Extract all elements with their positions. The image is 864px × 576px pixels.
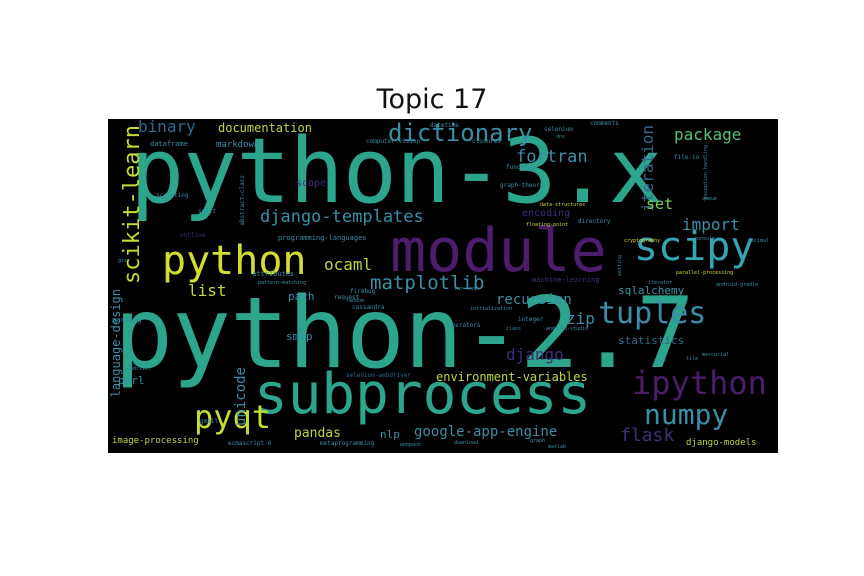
word-data-structures: data-structures [540, 202, 586, 208]
word-integer: integer [518, 316, 544, 323]
word-zip: zip [566, 309, 595, 328]
word-ipython: ipython [632, 364, 767, 402]
word-list: list [188, 281, 227, 300]
word-ecmascript-6: ecmascript-6 [228, 440, 272, 447]
word-operators: operators [448, 322, 481, 329]
word-file-io: file-io [674, 154, 700, 161]
word-selenium: selenium [544, 126, 573, 133]
word-decimal: decimal [748, 238, 770, 244]
word-tile: tile [686, 356, 699, 362]
word-iterator: iterator [648, 280, 673, 286]
word-gmail: gmail [200, 418, 219, 425]
word-cloud: python-3.x python-2.7 module subprocess … [108, 119, 778, 453]
word-computer-vision: computer-vision [366, 138, 421, 145]
word-gis: gis [118, 258, 128, 264]
word-metaprogramming: metaprogramming [320, 440, 375, 447]
word-machine-learning: machine-learning [532, 276, 600, 284]
word-cassandra: cassandra [352, 304, 385, 311]
word-download: download [454, 440, 479, 446]
word-documentation: documentation [218, 121, 312, 135]
word-pandas: pandas [294, 426, 341, 441]
word-encoding: encoding [522, 208, 571, 219]
word-random: random [346, 298, 365, 304]
word-initialization: initialization [470, 306, 513, 312]
word-pattern-matching: pattern-matching [258, 280, 307, 286]
word-smtp: smtp [286, 330, 313, 343]
word-django-models: django-models [686, 438, 757, 448]
word-graph-theory: graph-theory [500, 182, 544, 189]
word-selenium-webdriver: selenium-webdriver [346, 372, 412, 379]
word-abstract-class: abstract-class [239, 175, 246, 226]
word-binary: binary [138, 119, 196, 136]
word-console: console [694, 236, 716, 242]
word-scripting: scripting [156, 192, 189, 199]
word-webdriver: webdriver [124, 366, 152, 372]
word-import: import [682, 215, 740, 234]
word-path: path [288, 290, 315, 303]
word-django: django [506, 345, 564, 364]
word-exception-handling: exception-handling [703, 145, 709, 200]
word-android-gradle: android-gradle [716, 282, 759, 288]
word-scope: scope [296, 178, 327, 189]
word-class: class [506, 326, 522, 332]
word-sqlalchemy: sqlalchemy [618, 284, 685, 297]
word-markdown: markdown [216, 140, 260, 150]
word-falx: falx [654, 358, 667, 364]
chart-title: Topic 17 [376, 84, 488, 115]
word-function: function [506, 164, 535, 171]
word-ocaml: ocaml [324, 255, 373, 274]
word-parallel-processing: parallel-processing [676, 270, 734, 276]
word-split: split [198, 208, 217, 215]
word-nlp: nlp [380, 428, 400, 441]
word-directory: directory [578, 218, 611, 225]
word-attributes: attributes [252, 270, 295, 278]
word-flask: flask [620, 425, 675, 446]
word-set: set [646, 195, 674, 213]
word-recursion: recursion [496, 292, 572, 308]
word-comments: comments [590, 120, 619, 127]
word-matlab: matlab [548, 444, 567, 450]
word-image-processing: image-processing [112, 436, 199, 446]
word-tuples: tuples [598, 296, 707, 331]
word-statistics: statistics [618, 334, 685, 347]
word-django-templates: django-templates [260, 207, 424, 227]
word-perl: perl [118, 374, 145, 387]
word-mercurial: mercurial [702, 352, 730, 358]
word-closures: closures [472, 138, 501, 145]
word-programming-languages: programming-languages [278, 234, 367, 242]
word-package: package [674, 125, 742, 144]
word-for-loop: for-loop [454, 286, 479, 292]
word-datetime: datetime [430, 122, 459, 129]
word-google-app-engine: google-app-engine [414, 424, 558, 440]
word-setting: setting [617, 255, 623, 277]
word-cryptography: cryptography [624, 238, 661, 244]
word-outline: outline [180, 232, 206, 239]
word-webpack: webpack [400, 442, 422, 448]
word-parsing: parsing [112, 316, 142, 324]
word-unicode: unicode [233, 367, 249, 427]
word-android-studio: android-studio [546, 326, 589, 332]
word-floating-point: floating-point [526, 222, 569, 228]
word-dataframe: dataframe [150, 140, 188, 148]
word-graph: graph [530, 438, 546, 444]
word-environment-variables: environment-variables [436, 370, 588, 384]
word-dns: dns [556, 134, 566, 140]
